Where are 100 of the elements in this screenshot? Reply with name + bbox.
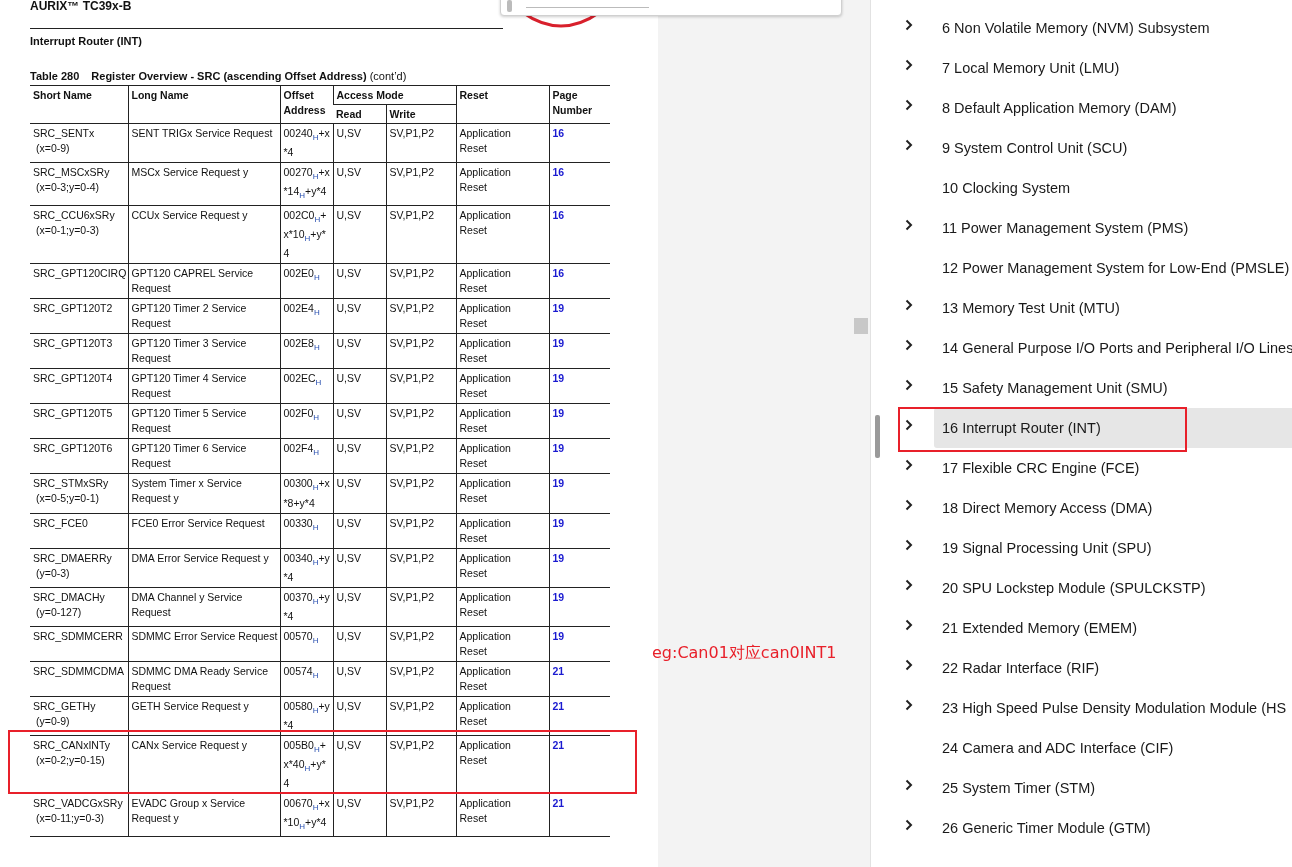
toc-item[interactable]: 19 Signal Processing Unit (SPU) [934,528,1292,568]
table-cell-text: (x=0-5;y=0-1) [35,491,101,507]
page-link[interactable]: 19 [552,516,565,529]
table-cell: Application Reset [456,548,549,588]
toc-item[interactable]: 14 General Purpose I/O Ports and Peripheral I/O Lines [934,328,1292,368]
input-line[interactable] [526,7,649,8]
table-cell-text: (x=0-9) [35,141,71,156]
table-cell: Application Reset [456,661,549,697]
table-cell-text: SRC_STMxSRy [33,476,110,492]
table-cell-text: (x=0-1;y=0-3) [35,223,101,239]
table-cell: Application Reset [456,403,549,439]
table-cell: SV,P1,P2 [386,263,456,299]
table-cell: SV,P1,P2 [386,587,456,627]
toc-item[interactable]: 7 Local Memory Unit (LMU) [934,48,1292,88]
table-cell: CANx Service Request y [128,735,280,794]
table-cell: SV,P1,P2 [386,473,456,514]
page-link[interactable]: 16 [552,267,565,280]
page-link[interactable]: 19 [552,551,565,564]
toc-item[interactable]: 16 Interrupt Router (INT) [934,408,1292,448]
column-header: Page Number [549,85,610,124]
toc-item[interactable]: 11 Power Management System (PMS) [934,208,1292,248]
scrollbar-thumb[interactable] [875,415,880,458]
page-link[interactable]: 19 [552,337,565,350]
toc-item[interactable]: 20 SPU Lockstep Module (SPULCKSTP) [934,568,1292,608]
page-link[interactable]: 19 [552,477,565,490]
table-cell: SV,P1,P2 [386,548,456,588]
page-link[interactable]: 19 [552,590,565,603]
toc-item[interactable]: 13 Memory Test Unit (MTU) [934,288,1292,328]
table-cell: Application Reset [456,473,549,514]
scrollbar-thumb[interactable] [507,0,512,12]
table-cell-text: SRC_DMACHy [33,589,106,605]
table-cell-text: (x=0-2;y=0-15) [35,752,106,768]
table-cell: U,SV [333,513,386,549]
toc-item[interactable]: 26 Generic Timer Module (GTM) [934,808,1292,848]
table-cell: U,SV [333,263,386,299]
toc-item[interactable]: 17 Flexible CRC Engine (FCE) [934,448,1292,488]
page-link[interactable]: 16 [552,209,565,222]
table-cell: SV,P1,P2 [386,793,456,837]
table-cell: 002C0$_{H}$+x*10$_{H}$+y*4 [280,205,333,264]
table-cell-text: SRC_CCU6xSRy [33,208,116,224]
toc-item[interactable]: 6 Non Volatile Memory (NVM) Subsystem [934,8,1292,48]
page-link[interactable]: 19 [552,629,565,642]
scrollbar-thumb[interactable] [854,318,868,334]
table-cell-text: (y=0-3) [35,565,71,581]
table-cell: U,SV [333,793,386,837]
table-cell-text: SRC_VADCGxSRy [33,796,124,812]
table-cell: GPT120 Timer 3 Service Request [128,333,280,369]
toc-item[interactable]: 12 Power Management System for Low-End (PMSLE) [934,248,1292,288]
toc-item[interactable]: 23 High Speed Pulse Density Modulation Module (HS [934,688,1292,728]
page-link[interactable]: 21 [552,797,565,810]
toc-item[interactable]: 25 System Timer (STM) [934,768,1292,808]
toc-item[interactable]: 22 Radar Interface (RIF) [934,648,1292,688]
table-cell: Application Reset [456,696,549,736]
table-cell-text: (x=0-11;y=0-3) [35,811,106,827]
page-link[interactable]: 16 [552,127,565,139]
page-link[interactable]: 16 [552,166,565,179]
table-cell: Application Reset [456,735,549,794]
document-header: AURIX™ TC39x-B [30,0,132,15]
table-cell: GPT120 Timer 5 Service Request [128,403,280,439]
table-cell-text: SRC_GETHy [33,698,97,714]
table-cell: EVADC Group x Service Request y [128,793,280,837]
page-link[interactable]: 21 [552,738,565,751]
page-link[interactable]: 21 [552,664,565,677]
table-cell: Application Reset [456,438,549,474]
table-cell: Application Reset [456,298,549,334]
table-cell: 00580$_{H}$+y*4 [280,696,333,736]
table-cell: 00570$_{H}$ [280,626,333,662]
toc-item[interactable]: 18 Direct Memory Access (DMA) [934,488,1292,528]
table-cell: GPT120 Timer 2 Service Request [128,298,280,334]
table-cell: 00370$_{H}$+y*4 [280,587,333,627]
page-link[interactable]: 21 [552,699,565,712]
toc-item[interactable]: 21 Extended Memory (EMEM) [934,608,1292,648]
table-cell: U,SV [333,587,386,627]
table-cell-text: SRC_GPT120T5 [33,406,114,422]
toc-item[interactable]: 8 Default Application Memory (DAM) [934,88,1292,128]
table-cell: 00330$_{H}$ [280,513,333,549]
table-cell-text: SRC_SDMMCERR [33,628,124,644]
table-cell: 00270$_{H}$+x*14$_{H}$+y*4 [280,162,333,206]
table-cell: DMA Error Service Request y [128,548,280,588]
page-link[interactable]: 19 [552,407,565,420]
table-cell-text: (y=0-127) [35,604,83,620]
table-cell-text: SRC_DMAERRy [33,550,113,566]
toc-item[interactable]: 15 Safety Management Unit (SMU) [934,368,1292,408]
table-cell: 002E4$_{H}$ [280,298,333,334]
table-cell: U,SV [333,473,386,514]
page-link[interactable]: 19 [552,372,565,385]
table-cell-text: SRC_GPT120T4 [33,371,114,387]
table-cell: SV,P1,P2 [386,438,456,474]
page-link[interactable]: 19 [552,442,565,455]
page-link[interactable]: 19 [552,302,565,315]
table-cell-text: SRC_CANxINTy [33,737,111,753]
column-header: Read [333,104,386,124]
table-cell: Application Reset [456,205,549,264]
toc-item[interactable]: 9 System Control Unit (SCU) [934,128,1292,168]
toc-item[interactable]: 10 Clocking System [934,168,1292,208]
table-cell: 00340$_{H}$+y*4 [280,548,333,588]
column-header: Write [386,104,456,124]
table-cell: SV,P1,P2 [386,626,456,662]
toc-item[interactable]: 24 Camera and ADC Interface (CIF) [934,728,1292,768]
table-cell: 00300$_{H}$+x*8+y*4 [280,473,333,514]
